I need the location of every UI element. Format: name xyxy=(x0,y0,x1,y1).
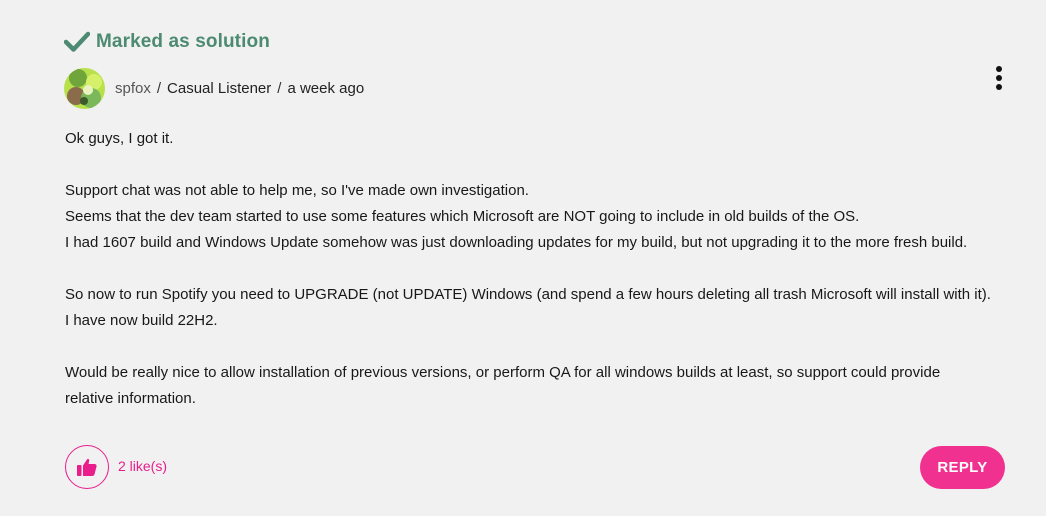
post-line: Support chat was not able to help me, so… xyxy=(65,182,529,199)
author-name[interactable]: spfox xyxy=(115,80,151,97)
like-count[interactable]: 2 like(s) xyxy=(118,457,167,475)
post-paragraph: Would be really nice to allow installati… xyxy=(65,360,1025,412)
post-paragraph: Ok guys, I got it. xyxy=(65,126,1025,152)
post-line: Ok guys, I got it. xyxy=(65,130,174,147)
post-paragraph: Support chat was not able to help me, so… xyxy=(65,178,1025,256)
like-button[interactable] xyxy=(65,445,109,489)
solution-badge: Marked as solution xyxy=(64,28,270,56)
solution-label: Marked as solution xyxy=(96,31,270,52)
user-avatar-icon xyxy=(64,67,105,109)
post-line: I have now build 22H2. xyxy=(65,312,218,329)
post-paragraph: So now to run Spotify you need to UPGRAD… xyxy=(65,282,1025,334)
meta-separator: / xyxy=(156,79,162,97)
author-rank: Casual Listener xyxy=(167,79,272,97)
post-body: Ok guys, I got it. Support chat was not … xyxy=(65,126,1025,438)
kebab-menu-icon[interactable] xyxy=(988,64,1010,92)
post-meta: spfox / Casual Listener / a week ago xyxy=(64,67,370,109)
meta-separator: / xyxy=(277,79,282,97)
checkmark-icon xyxy=(64,31,90,52)
post-line: I had 1607 build and Windows Update some… xyxy=(65,234,968,251)
avatar[interactable] xyxy=(64,67,105,109)
reply-button[interactable]: REPLY xyxy=(920,446,1005,489)
post-line: Seems that the dev team started to use s… xyxy=(65,208,860,225)
thumbs-up-icon xyxy=(77,458,97,476)
post-line: relative information. xyxy=(65,390,196,407)
post-time: a week ago xyxy=(287,79,365,97)
post-line: So now to run Spotify you need to UPGRAD… xyxy=(65,286,991,303)
post-line: Would be really nice to allow installati… xyxy=(65,364,941,381)
